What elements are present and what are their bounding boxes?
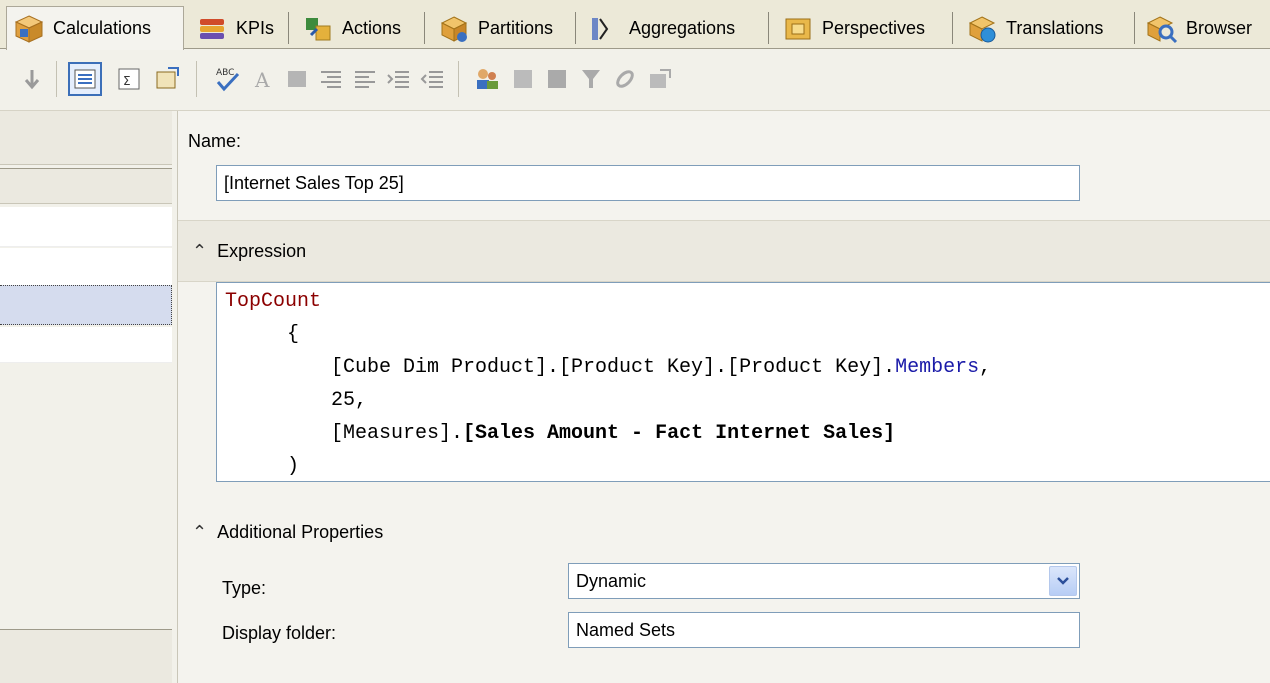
designer-tab-strip: Calculations KPIs Actions Partitions Agg… [0,0,1270,50]
additional-properties-header[interactable]: ⌃ Additional Properties [178,503,1270,561]
type-value: Dynamic [576,570,647,591]
tab-aggregations[interactable]: Aggregations [583,8,763,49]
type-select[interactable]: Dynamic [568,563,1080,599]
display-folder-field[interactable]: Named Sets [568,612,1080,648]
translations-icon [968,15,996,42]
aggregations-icon [592,17,609,40]
display-folder-label: Display folder: [222,623,337,643]
cube-icon [14,14,44,43]
outdent-icon[interactable] [416,62,450,96]
calculations-toolbar: Σ ABC A [0,49,1270,111]
form-view-button[interactable] [68,62,102,96]
panel-subheader [0,168,172,204]
check-syntax-icon[interactable]: ABC [210,62,244,96]
code-text: 25, [331,389,368,412]
move-down-icon[interactable] [20,62,44,96]
list-item-selected[interactable] [0,285,172,325]
align-right-icon[interactable] [348,62,382,96]
list-item[interactable] [0,207,172,247]
collapse-icon[interactable]: ⌃ [192,241,207,262]
block-icon[interactable] [540,62,574,96]
expression-section-header[interactable]: ⌃ Expression [178,220,1270,282]
type-label: Type: [222,578,267,598]
calculation-editor: Name: [Internet Sales Top 25] ⌃ Expressi… [178,111,1270,683]
form-view-icon [74,69,96,89]
tab-label: KPIs [236,18,275,38]
browser-icon [1146,15,1178,43]
code-text: ) [287,455,300,478]
actions-icon [306,17,331,40]
tab-label: Actions [342,18,402,38]
collapse-icon[interactable]: ⌃ [192,522,207,543]
svg-text:Σ: Σ [123,74,131,88]
indent-icon[interactable] [382,62,416,96]
code-keyword: TopCount [225,290,322,313]
name-label: Name: [188,131,242,151]
filter-icon[interactable] [574,62,608,96]
font-icon[interactable]: A [246,62,280,96]
tab-kpis[interactable]: KPIs [190,8,278,49]
list-item[interactable] [0,327,172,363]
svg-text:ABC: ABC [216,68,234,78]
tab-label: Perspectives [822,18,926,38]
panel-header [0,111,172,165]
code-function: Members [895,356,980,379]
color-block-icon[interactable] [280,62,314,96]
section-title: Additional Properties [217,521,384,542]
properties-icon[interactable] [150,62,184,96]
users-icon[interactable] [470,62,504,96]
chevron-down-icon [1057,577,1069,585]
tab-partitions[interactable]: Partitions [432,8,570,49]
code-text: { [287,323,300,346]
dropdown-button[interactable] [1049,566,1077,596]
tab-browser[interactable]: Browser [1140,8,1270,49]
expression-editor[interactable]: TopCount { [Cube Dim Product].[Product K… [216,282,1270,482]
tab-label: Calculations [53,18,152,38]
perspectives-icon [785,18,811,39]
script-view-icon[interactable]: Σ [112,62,146,96]
section-title: Expression [217,240,307,261]
panel-footer [0,629,172,683]
tab-label: Browser [1186,18,1253,38]
tab-label: Aggregations [629,18,736,38]
align-left-icon[interactable] [314,62,348,96]
code-text: [Measures]. [331,422,464,445]
tab-label: Translations [1006,18,1104,38]
tab-actions[interactable]: Actions [296,8,418,49]
tab-perspectives[interactable]: Perspectives [776,8,948,49]
name-field[interactable]: [Internet Sales Top 25] [216,165,1080,201]
script-organizer-panel [0,111,178,683]
export-icon[interactable] [642,62,676,96]
link-icon[interactable] [608,62,642,96]
code-text: [Cube Dim Product].[Product Key].[Produc… [331,356,896,379]
kpi-icon [200,18,224,39]
list-item[interactable] [0,248,172,288]
tab-translations[interactable]: Translations [960,8,1130,49]
code-text-bold: [Sales Amount - Fact Internet Sales] [463,422,896,445]
tab-label: Partitions [478,18,554,38]
code-text: , [979,356,992,379]
svg-text:A: A [254,68,270,92]
grid-icon[interactable] [506,62,540,96]
tab-calculations[interactable]: Calculations [6,6,184,50]
partitions-icon [440,15,468,42]
